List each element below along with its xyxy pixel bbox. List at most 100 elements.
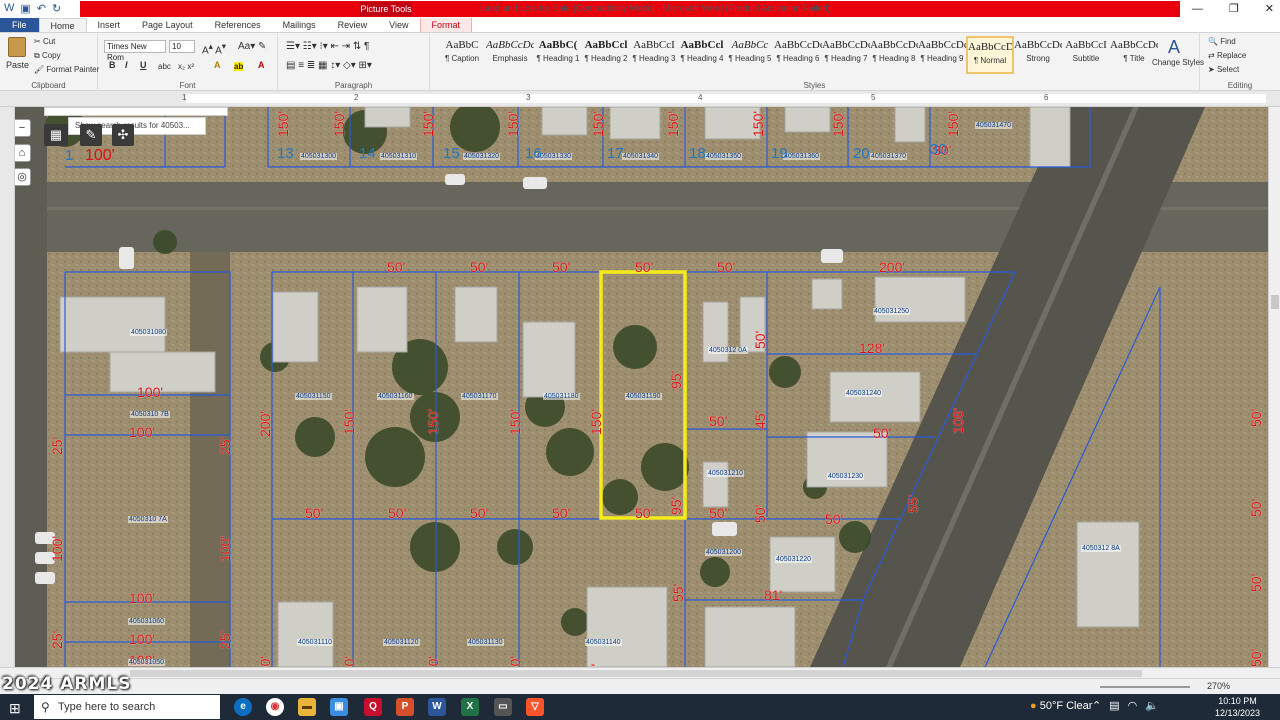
hscroll-thumb[interactable]: [130, 670, 1142, 677]
dimension-label: 100': [137, 384, 164, 400]
find-button[interactable]: 🔍 Find: [1208, 37, 1236, 46]
bold-button[interactable]: B: [109, 60, 116, 70]
style-title[interactable]: AaBbCcDdI ¶ Title: [1110, 36, 1158, 74]
style-normal[interactable]: AaBbCcDc ¶ Normal: [966, 36, 1014, 74]
tab-page-layout[interactable]: Page Layout: [131, 18, 204, 32]
home-icon[interactable]: ⌂: [13, 144, 31, 162]
parcel-id-label: 405031340: [622, 153, 660, 160]
file-explorer-icon[interactable]: ▬: [298, 698, 316, 716]
chevron-up-icon[interactable]: ⌃: [1092, 699, 1101, 712]
edit-icon[interactable]: ✎: [80, 124, 102, 146]
clock[interactable]: 10:10 PM 12/13/2023: [1215, 695, 1260, 719]
dimension-label: 100': [49, 535, 65, 562]
select-button[interactable]: ➤ Select: [1208, 65, 1239, 74]
style-emphasis[interactable]: AaBbCcDc Emphasis: [486, 36, 534, 74]
volume-icon[interactable]: 🔈: [1145, 699, 1159, 712]
map-search-bar[interactable]: [44, 107, 228, 116]
tab-insert[interactable]: Insert: [87, 18, 132, 32]
word-icon[interactable]: W: [428, 698, 446, 716]
paste-icon[interactable]: [8, 37, 26, 57]
style-heading-8[interactable]: AaBbCcDc ¶ Heading 8: [870, 36, 918, 74]
strikethrough-button[interactable]: abc: [158, 62, 171, 71]
style-name: ¶ Heading 5: [728, 54, 772, 63]
font-name-select[interactable]: Times New Rom: [104, 40, 166, 62]
zoom-level[interactable]: 270%: [1207, 681, 1230, 691]
scroll-thumb[interactable]: [1271, 295, 1279, 309]
undo-icon[interactable]: ↶: [37, 2, 46, 15]
font-color-icon[interactable]: A: [258, 60, 265, 70]
format-painter-button[interactable]: 🖌 Format Painter: [34, 65, 99, 74]
parcel-id-label: 405031050: [128, 659, 166, 666]
tab-home[interactable]: Home: [38, 18, 87, 32]
tab-file[interactable]: File: [0, 18, 39, 32]
weather-widget[interactable]: ● 50°F Clear: [1030, 700, 1092, 712]
change-case-icon[interactable]: Aa▾ ✎: [238, 41, 266, 52]
style-heading-5[interactable]: AaBbCc ¶ Heading 5: [726, 36, 774, 74]
close-button[interactable]: ✕: [1265, 0, 1274, 18]
save-icon[interactable]: ▣: [20, 2, 30, 15]
style-caption[interactable]: AaBbC ¶ Caption: [438, 36, 486, 74]
taskbar-search[interactable]: ⚲ Type here to search: [34, 695, 220, 719]
tab-mailings[interactable]: Mailings: [272, 18, 327, 32]
paste-button[interactable]: Paste: [6, 60, 29, 70]
italic-button[interactable]: I: [125, 60, 128, 70]
grid-apps-icon[interactable]: ▦: [44, 124, 68, 146]
parcel-id-label: 4050310 7A: [128, 516, 168, 523]
media-icon[interactable]: ▭: [494, 698, 512, 716]
edge-icon[interactable]: e: [234, 698, 252, 716]
minimize-button[interactable]: —: [1192, 0, 1203, 18]
tab-review[interactable]: Review: [327, 18, 379, 32]
app-icon[interactable]: ▣: [330, 698, 348, 716]
document-canvas[interactable]: Show search results for 40503... ▦ ✎ ✣ −…: [0, 107, 1280, 667]
vertical-scrollbar[interactable]: [1268, 107, 1280, 667]
style-heading-2[interactable]: AaBbCcl ¶ Heading 2: [582, 36, 630, 74]
highlight-icon[interactable]: ab: [234, 62, 244, 71]
style-heading-7[interactable]: AaBbCcDc ¶ Heading 7: [822, 36, 870, 74]
style-heading-4[interactable]: AaBbCcl ¶ Heading 4: [678, 36, 726, 74]
zoom-slider[interactable]: [1100, 686, 1190, 688]
font-size-select[interactable]: 10: [169, 40, 195, 53]
style-strong[interactable]: AaBbCcDd Strong: [1014, 36, 1062, 74]
tab-references[interactable]: References: [204, 18, 272, 32]
style-heading-1[interactable]: AaBbC(¶ Heading 1: [534, 36, 582, 74]
horizontal-scrollbar[interactable]: [0, 667, 1280, 678]
binoculars-icon: 🔍: [1208, 37, 1221, 46]
windows-start-icon[interactable]: ⊞: [9, 700, 21, 717]
bullets-icon[interactable]: ☰▾ ☷▾ ⁝▾ ⇤ ⇥ ⇅ ¶: [286, 41, 369, 52]
aerial-map-image[interactable]: [15, 107, 1268, 667]
dimension-label: 128': [859, 340, 886, 356]
style-subtitle[interactable]: AaBbCcI Subtitle: [1062, 36, 1110, 74]
style-heading-3[interactable]: AaBbCcI ¶ Heading 3: [630, 36, 678, 74]
redo-icon[interactable]: ↻: [52, 2, 61, 15]
network-icon[interactable]: ▤: [1109, 699, 1119, 712]
style-heading-9[interactable]: AaBbCcDc ¶ Heading 9: [918, 36, 966, 74]
cut-button[interactable]: ✂ Cut: [34, 37, 55, 46]
clock-date: 12/13/2023: [1214, 708, 1260, 718]
tools-icon[interactable]: ✣: [112, 124, 134, 146]
parcel-id-label: 405031190: [625, 393, 662, 400]
grow-font-icon[interactable]: A▴ A▾: [202, 41, 226, 56]
parcel-id-label: 405031240: [845, 390, 883, 397]
change-styles-button[interactable]: A Change Styles: [1152, 37, 1204, 67]
style-heading-6[interactable]: AaBbCcDc ¶ Heading 6: [774, 36, 822, 74]
underline-button[interactable]: U: [140, 60, 147, 70]
tab-format[interactable]: Format: [419, 18, 473, 32]
restore-button[interactable]: ❐: [1229, 0, 1239, 18]
tab-view[interactable]: View: [378, 18, 419, 32]
parcel-id-label: 405031150: [295, 393, 332, 400]
text-effects-icon[interactable]: A: [214, 60, 221, 70]
wifi-icon[interactable]: ◠: [1128, 699, 1138, 712]
excel-icon[interactable]: X: [461, 698, 479, 716]
subscript-button[interactable]: x₂ x²: [178, 62, 194, 71]
minus-icon[interactable]: −: [13, 119, 31, 137]
dimension-label: 50': [552, 505, 571, 521]
quicken-icon[interactable]: Q: [364, 698, 382, 716]
style-name: Emphasis: [492, 54, 528, 63]
locate-icon[interactable]: ◎: [13, 168, 31, 186]
copy-button[interactable]: ⧉ Copy: [34, 51, 61, 61]
pdf-icon[interactable]: P: [396, 698, 414, 716]
align-icons[interactable]: ▤ ≡ ≣ ▦ ↕▾ ◇▾ ⊞▾: [286, 60, 372, 71]
replace-button[interactable]: ⇄ Replace: [1208, 51, 1246, 60]
chrome-icon[interactable]: ◉: [266, 698, 284, 716]
brave-icon[interactable]: ▽: [526, 698, 544, 716]
